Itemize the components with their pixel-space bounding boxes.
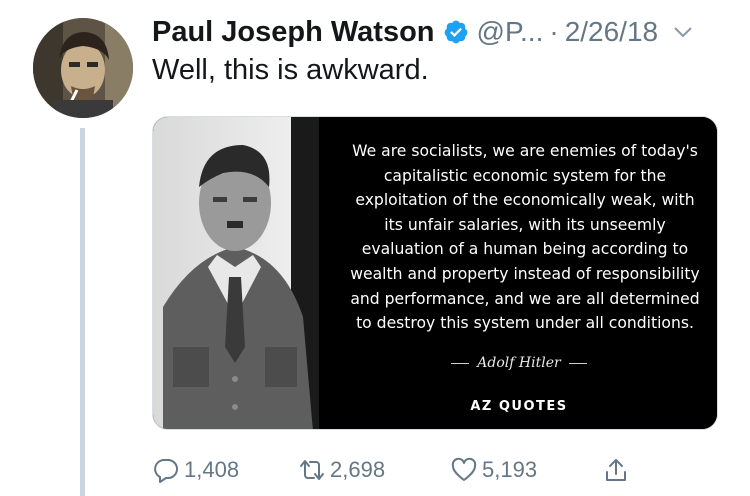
thread-line <box>80 128 85 496</box>
brand-logo: AZ QUOTES <box>470 399 568 414</box>
heart-icon <box>451 457 477 481</box>
quote-author: Adolf Hitler <box>477 355 561 371</box>
retweet-count: 2,698 <box>330 457 386 482</box>
author-name[interactable]: Paul Joseph Watson <box>152 16 435 49</box>
share-icon <box>606 459 626 481</box>
tweet-text: Well, this is awkward. <box>152 54 429 86</box>
date-separator: · <box>549 16 559 47</box>
like-count: 5,193 <box>482 457 538 482</box>
retweet-button[interactable]: 2,698 <box>298 452 385 488</box>
author-handle[interactable]: @P... <box>477 16 544 48</box>
divider <box>568 362 587 364</box>
quote-line: and performance, and we are all determin… <box>350 289 700 308</box>
avatar[interactable] <box>33 18 133 118</box>
quote-line: to destroy this system under all conditi… <box>356 314 694 333</box>
quote-line: wealth and property instead of responsib… <box>350 264 700 283</box>
tweet-media-image[interactable]: We are socialists, we are enemies of tod… <box>152 116 718 430</box>
tweet-date[interactable]: 2/26/18 <box>565 16 658 48</box>
quote-panel: We are socialists, we are enemies of tod… <box>319 117 717 429</box>
quote-line: exploitation of the economically weak, w… <box>355 191 695 210</box>
quote-author-row: Adolf Hitler <box>319 351 717 375</box>
quote-line: We are socialists, we are enemies of tod… <box>352 142 698 160</box>
chevron-down-icon[interactable] <box>672 21 694 43</box>
quote-line: capitalistic economic system for the <box>383 166 667 185</box>
reply-count: 1,408 <box>184 457 240 482</box>
quote-line: evaluation of a human being according to <box>361 240 689 259</box>
like-button[interactable]: 5,193 <box>450 452 537 488</box>
quote-text: We are socialists, we are enemies of tod… <box>329 139 717 336</box>
reply-button[interactable]: 1,408 <box>152 452 239 488</box>
tweet-actions: 1,408 2,698 5,193 <box>152 452 642 488</box>
share-button[interactable] <box>602 452 630 488</box>
quote-line: its unfair salaries, with its unseemly <box>384 215 666 234</box>
retweet-icon <box>300 460 324 480</box>
divider <box>451 362 470 364</box>
portrait-photo <box>153 117 319 429</box>
tweet-header: Paul Joseph Watson @P... · 2/26/18 <box>152 12 730 52</box>
reply-icon <box>154 459 178 483</box>
verified-badge-icon <box>443 19 469 45</box>
